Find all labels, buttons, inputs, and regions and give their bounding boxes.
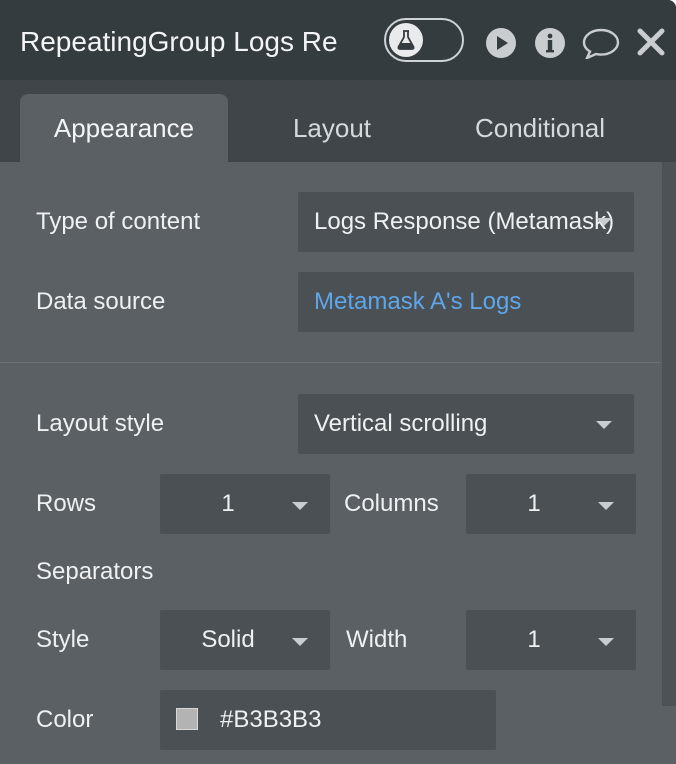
type-of-content-dropdown[interactable]: Logs Response (Metamask): [298, 192, 634, 252]
columns-label: Columns: [344, 490, 439, 517]
style-label: Style: [36, 626, 90, 653]
layout-style-dropdown[interactable]: Vertical scrolling: [298, 394, 634, 454]
element-name-title[interactable]: RepeatingGroup Logs Re: [20, 22, 338, 62]
color-label: Color: [36, 706, 94, 733]
separator-style-dropdown[interactable]: Solid: [160, 610, 330, 670]
toggle-knob: [389, 23, 423, 57]
chevron-down-icon: [598, 502, 614, 510]
chevron-down-icon: [596, 421, 612, 429]
layout-style-label: Layout style: [36, 410, 165, 437]
chevron-down-icon: [598, 638, 614, 646]
columns-dropdown[interactable]: 1: [466, 474, 636, 534]
chevron-down-icon: [596, 218, 612, 226]
type-of-content-label: Type of content: [36, 208, 201, 235]
chevron-down-icon: [292, 638, 308, 646]
rows-value: 1: [221, 490, 235, 517]
separator-color-picker[interactable]: #B3B3B3: [160, 690, 496, 750]
tab-appearance[interactable]: Appearance: [20, 94, 228, 162]
separator-width-value: 1: [527, 626, 541, 653]
section-divider: [0, 362, 660, 363]
panel-header: RepeatingGroup Logs Re: [0, 0, 676, 80]
comment-icon[interactable]: [582, 27, 620, 61]
rows-dropdown[interactable]: 1: [160, 474, 330, 534]
scrollbar[interactable]: [662, 162, 676, 706]
separator-style-value: Solid: [201, 626, 255, 653]
layout-style-value: Vertical scrolling: [314, 410, 488, 437]
data-source-field[interactable]: Metamask A's Logs: [298, 272, 634, 332]
play-icon[interactable]: [485, 27, 517, 59]
property-editor-panel: RepeatingGroup Logs Re Appearance Layout…: [0, 0, 676, 764]
chevron-down-icon: [292, 502, 308, 510]
columns-value: 1: [527, 490, 541, 517]
separator-color-value: #B3B3B3: [220, 706, 322, 733]
tab-conditional[interactable]: Conditional: [448, 94, 632, 162]
info-icon[interactable]: [534, 27, 566, 59]
close-icon[interactable]: [636, 27, 668, 59]
separators-heading: Separators: [36, 558, 154, 585]
rows-label: Rows: [36, 490, 97, 517]
data-source-label: Data source: [36, 288, 166, 315]
test-mode-toggle[interactable]: [384, 18, 464, 62]
tab-layout[interactable]: Layout: [262, 94, 402, 162]
separator-width-dropdown[interactable]: 1: [466, 610, 636, 670]
data-source-expression[interactable]: Metamask A's Logs: [314, 286, 521, 318]
width-label: Width: [346, 626, 408, 653]
type-of-content-value: Logs Response (Metamask): [314, 208, 615, 235]
tab-bar: Appearance Layout Conditional: [0, 80, 676, 162]
color-swatch[interactable]: [176, 708, 198, 730]
